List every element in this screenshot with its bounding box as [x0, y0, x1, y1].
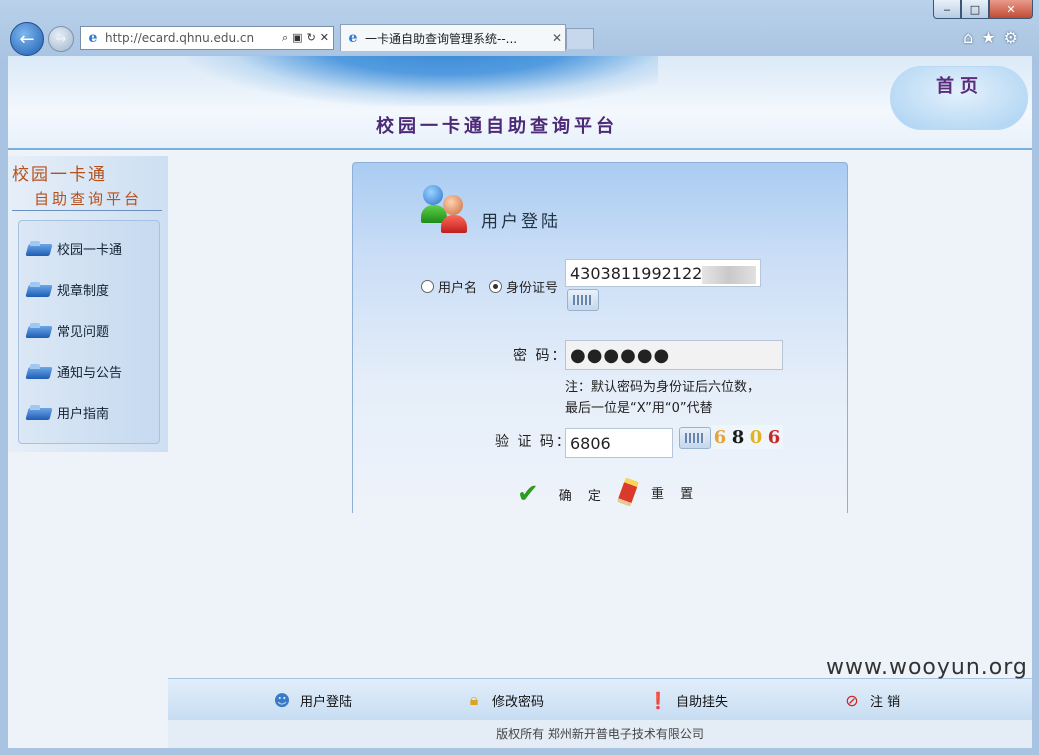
- reset-label: 重 置: [651, 486, 700, 502]
- folder-icon: [27, 363, 53, 381]
- id-number-input[interactable]: 4303811992122: [565, 259, 761, 287]
- globe-graphic: [188, 56, 658, 106]
- window-controls: ‒ □ ✕: [933, 0, 1033, 19]
- logout-icon: ⊘: [845, 690, 859, 710]
- address-bar[interactable]: e http://ecard.qhnu.edu.cn ⌕ ▣ ↻ ✕: [80, 26, 334, 50]
- sidebar-item-regulations[interactable]: 规章制度: [27, 280, 109, 299]
- confirm-button[interactable]: ✔ 确 定: [517, 479, 607, 509]
- sidebar-divider: [12, 210, 162, 211]
- id-number-value: 4303811992122: [570, 264, 703, 283]
- login-heading: 用户登陆: [481, 212, 561, 232]
- sidebar-title-line1: 校园一卡通: [12, 165, 107, 185]
- keyboard-icon[interactable]: [567, 289, 599, 311]
- browser-window: ‒ □ ✕ ← → e http://ecard.qhnu.edu.cn ⌕ ▣…: [0, 0, 1039, 755]
- header-banner: 校园一卡通自助查询平台 首页: [8, 56, 1032, 150]
- stop-icon[interactable]: ✕: [320, 31, 329, 45]
- folder-icon: [27, 240, 53, 258]
- user-icon: ☻: [273, 690, 291, 710]
- banner-divider: [8, 148, 1032, 150]
- tab-active[interactable]: e 一卡通自助查询管理系统--... ✕: [340, 24, 566, 51]
- note-line-2: 最后一位是“X”用“0”代替: [565, 401, 713, 416]
- login-panel: 用户登陆 用户名 身份证号 4303811992122 密 码： ●●●●●● …: [352, 162, 848, 513]
- ie-icon: e: [88, 30, 98, 46]
- left-blank-area: [8, 452, 168, 678]
- minimize-button[interactable]: ‒: [933, 0, 961, 19]
- bottom-nav-label: 自助挂失: [676, 694, 729, 710]
- close-window-button[interactable]: ✕: [989, 0, 1033, 19]
- gear-icon[interactable]: ⚙: [1004, 28, 1018, 47]
- sidebar-item-label: 规章制度: [57, 284, 110, 299]
- captcha-char: 0: [749, 426, 763, 448]
- pencil-icon: [616, 477, 640, 507]
- sidebar-item-label: 通知与公告: [57, 366, 123, 381]
- sidebar-item-label: 校园一卡通: [57, 243, 123, 258]
- tab-close-icon[interactable]: ✕: [549, 31, 565, 45]
- browser-toolbar: ← → e http://ecard.qhnu.edu.cn ⌕ ▣ ↻ ✕ e…: [8, 22, 1032, 56]
- maximize-button[interactable]: □: [961, 0, 989, 19]
- radio-username-label[interactable]: 用户名: [438, 277, 477, 296]
- copyright-text: 版权所有 郑州新开普电子技术有限公司: [168, 720, 1032, 748]
- sidebar: 校园一卡通 自助查询平台 校园一卡通 规章制度 常见问题 通知与公告 用户指南: [8, 156, 168, 452]
- checkmark-icon: ✔: [517, 479, 545, 509]
- captcha-input[interactable]: 6806: [565, 428, 673, 458]
- site-title: 校园一卡通自助查询平台: [376, 116, 618, 137]
- sidebar-menu: 校园一卡通 规章制度 常见问题 通知与公告 用户指南: [18, 220, 160, 444]
- tab-title: 一卡通自助查询管理系统--...: [365, 31, 518, 46]
- sidebar-item-campus-card[interactable]: 校园一卡通: [27, 239, 122, 258]
- radio-username[interactable]: [421, 280, 434, 293]
- folder-icon: [27, 322, 53, 340]
- folder-icon: [27, 281, 53, 299]
- bottom-nav-label: 修改密码: [492, 694, 545, 710]
- new-tab-button[interactable]: [566, 28, 594, 49]
- favorites-star-icon[interactable]: ★: [981, 28, 995, 47]
- login-mode-selector: 用户名 身份证号: [421, 277, 558, 296]
- password-note: 注：默认密码为身份证后六位数， 最后一位是“X”用“0”代替: [565, 377, 760, 419]
- captcha-char: 6: [713, 426, 727, 448]
- compat-view-icon[interactable]: ▣: [292, 31, 302, 45]
- sidebar-item-user-guide[interactable]: 用户指南: [27, 403, 109, 422]
- sidebar-item-faq[interactable]: 常见问题: [27, 321, 109, 340]
- password-label: 密 码：: [513, 348, 568, 364]
- users-icon: [421, 185, 471, 233]
- bottom-nav-change-password[interactable]: 🔒︎ 修改密码: [464, 689, 544, 711]
- bottom-nav-label: 用户登陆: [300, 694, 353, 710]
- sidebar-item-label: 常见问题: [57, 325, 110, 340]
- captcha-char: 8: [731, 426, 745, 448]
- url-text[interactable]: http://ecard.qhnu.edu.cn: [105, 31, 282, 45]
- forward-button[interactable]: →: [48, 26, 74, 52]
- lock-icon: 🔒︎: [469, 690, 479, 709]
- sidebar-item-notices[interactable]: 通知与公告: [27, 362, 122, 381]
- note-line-1: 注：默认密码为身份证后六位数，: [565, 380, 761, 395]
- watermark-text: www.wooyun.org: [826, 655, 1028, 680]
- home-link[interactable]: 首页: [936, 72, 984, 98]
- bottom-nav-login[interactable]: ☻ 用户登陆: [272, 689, 352, 711]
- captcha-image[interactable]: 6 8 0 6: [711, 425, 783, 449]
- sidebar-title-line2: 自助查询平台: [34, 190, 143, 208]
- radio-idcard[interactable]: [489, 280, 503, 293]
- bottom-nav-label: 注 销: [870, 694, 901, 710]
- browser-right-tools: ⌂ ★ ⚙: [963, 28, 1018, 47]
- sidebar-item-label: 用户指南: [57, 407, 110, 422]
- folder-icon: [27, 404, 53, 422]
- refresh-icon[interactable]: ↻: [307, 31, 316, 45]
- bottom-nav-logout[interactable]: ⊘ 注 销: [842, 689, 900, 711]
- address-tools: ⌕ ▣ ↻ ✕: [282, 31, 333, 45]
- tab-ie-icon: e: [348, 30, 358, 46]
- reset-button[interactable]: 重 置: [616, 477, 700, 507]
- bottom-nav: ☻ 用户登陆 🔒︎ 修改密码 ❗ 自助挂失 ⊘ 注 销: [168, 678, 1032, 721]
- home-icon[interactable]: ⌂: [963, 28, 973, 47]
- captcha-char: 6: [767, 426, 781, 448]
- captcha-keyboard-icon[interactable]: [679, 427, 711, 449]
- page-viewport: 校园一卡通自助查询平台 首页 校园一卡通 自助查询平台 校园一卡通 规章制度 常…: [8, 56, 1032, 748]
- bottom-nav-report-loss[interactable]: ❗ 自助挂失: [648, 689, 728, 711]
- back-button[interactable]: ←: [10, 22, 44, 56]
- redacted-blur: [702, 265, 757, 284]
- password-input[interactable]: ●●●●●●: [565, 340, 783, 370]
- confirm-label: 确 定: [558, 488, 607, 504]
- radio-idcard-label[interactable]: 身份证号: [506, 277, 558, 296]
- alert-icon: ❗: [648, 690, 668, 710]
- captcha-label: 验 证 码：: [495, 434, 572, 450]
- search-icon[interactable]: ⌕: [282, 31, 288, 45]
